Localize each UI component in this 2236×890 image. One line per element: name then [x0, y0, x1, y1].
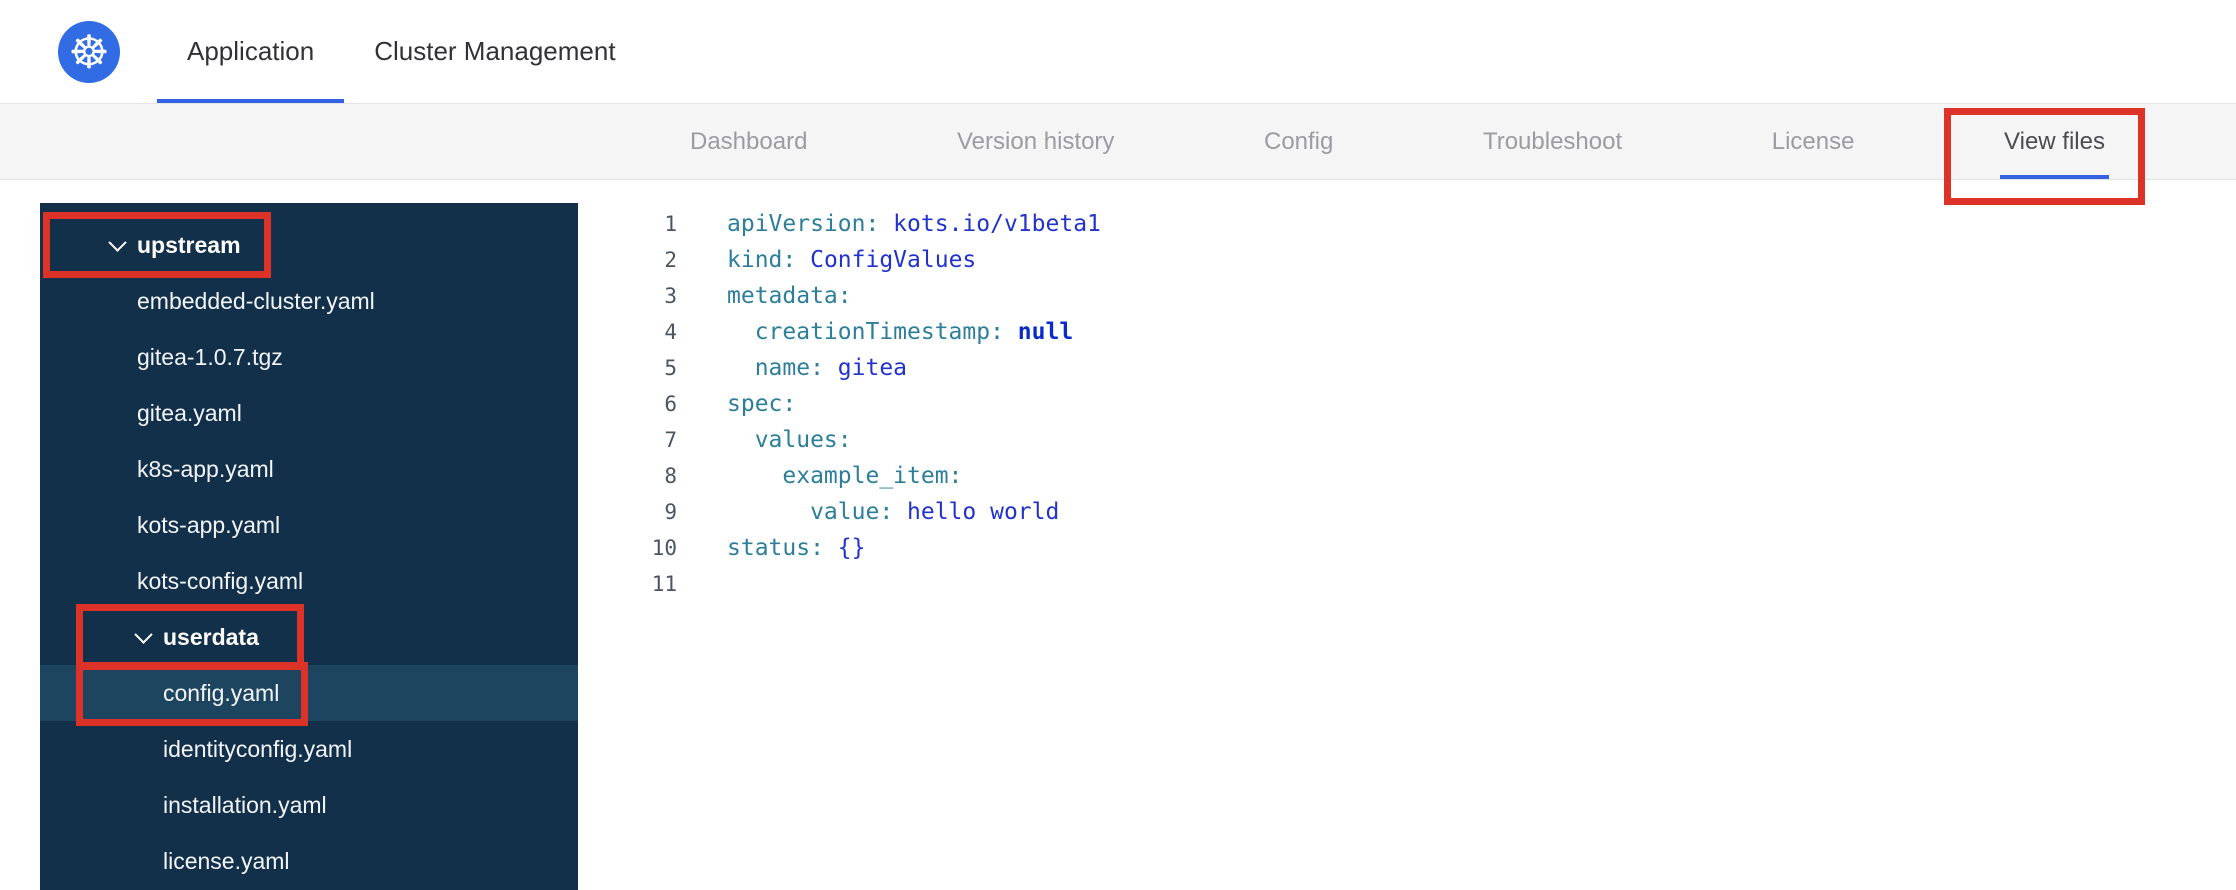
code-text: spec: [727, 391, 797, 417]
tree-item-label: gitea.yaml [137, 399, 242, 426]
code-line: 10 status: {} [578, 530, 2236, 566]
code-line: 4 creationTimestamp: null [578, 314, 2236, 350]
tree-file-kots-config.yaml[interactable]: kots-config.yaml [40, 553, 578, 609]
tree-item-label: userdata [163, 623, 259, 650]
code-text: values: [727, 427, 852, 453]
tree-file-installation.yaml[interactable]: installation.yaml [40, 777, 578, 833]
chevron-down-icon[interactable] [134, 624, 153, 644]
code-line: 9 value: hello world [578, 494, 2236, 530]
code-text: kind: ConfigValues [727, 247, 977, 273]
line-number: 3 [664, 284, 677, 308]
tab-cluster-management[interactable]: Cluster Management [344, 0, 645, 103]
tree-item-label: identityconfig.yaml [163, 735, 353, 762]
line-number: 1 [664, 212, 677, 236]
tree-item-label: config.yaml [163, 679, 280, 706]
kots-admin-console: ☸ Application Cluster Management Dashboa… [0, 0, 2236, 890]
line-number: 10 [651, 536, 677, 560]
tree-item-label: upstream [137, 231, 241, 258]
line-number: 9 [664, 500, 677, 524]
tree-file-config.yaml[interactable]: config.yaml [40, 665, 578, 721]
tree-file-embedded-cluster.yaml[interactable]: embedded-cluster.yaml [40, 273, 578, 329]
code-line: 2 kind: ConfigValues [578, 242, 2236, 278]
code-text: example_item: [727, 463, 963, 489]
code-line: 5 name: gitea [578, 350, 2236, 386]
tree-item-label: kots-config.yaml [137, 567, 304, 594]
tab-troubleshoot[interactable]: Troubleshoot [1483, 104, 1622, 179]
primary-tabs: Application Cluster Management [157, 0, 646, 103]
file-tree-sidebar: upstream embedded-cluster.yaml gitea-1.0.7… [40, 203, 578, 890]
code-line: 1 apiVersion: kots.io/v1beta1 [578, 206, 2236, 242]
tree-item-label: embedded-cluster.yaml [137, 287, 375, 314]
secondary-navbar: Dashboard Version history Config Trouble… [0, 104, 2236, 180]
tab-application[interactable]: Application [157, 0, 345, 103]
line-number: 5 [664, 356, 677, 380]
tree-item-label: license.yaml [163, 847, 290, 874]
tree-file-gitea-1.0.7.tgz[interactable]: gitea-1.0.7.tgz [40, 329, 578, 385]
code-line: 11 [578, 566, 2236, 602]
tab-config[interactable]: Config [1264, 104, 1333, 179]
tree-file-identityconfig.yaml[interactable]: identityconfig.yaml [40, 721, 578, 777]
code-text: value: hello world [727, 499, 1060, 525]
top-navbar: ☸ Application Cluster Management [0, 0, 2236, 104]
code-line: 3 metadata: [578, 278, 2236, 314]
code-text: name: gitea [727, 355, 908, 381]
tree-item-label: kots-app.yaml [137, 511, 281, 538]
tree-file-kots-app.yaml[interactable]: kots-app.yaml [40, 497, 578, 553]
code-text: creationTimestamp: null [727, 319, 1074, 345]
kubernetes-wheel-glyph: ☸ [68, 26, 110, 78]
file-content-viewer[interactable]: 1 apiVersion: kots.io/v1beta1 2 kind: Confi… [578, 180, 2236, 890]
code-line: 8 example_item: [578, 458, 2236, 494]
code-line: 7 values: [578, 422, 2236, 458]
tab-view-files[interactable]: View files [2000, 104, 2109, 179]
tree-folder-userdata[interactable]: userdata [40, 609, 578, 665]
tree-file-gitea.yaml[interactable]: gitea.yaml [40, 385, 578, 441]
line-number: 4 [664, 320, 677, 344]
tree-item-label: gitea-1.0.7.tgz [137, 343, 283, 370]
file-tree: upstream embedded-cluster.yaml gitea-1.0.7… [40, 203, 578, 889]
line-number: 2 [664, 248, 677, 272]
tab-license[interactable]: License [1772, 104, 1855, 179]
code-text: metadata: [727, 283, 852, 309]
subnav-tabs: Dashboard Version history Config Trouble… [690, 104, 2109, 179]
line-number: 7 [664, 428, 677, 452]
tab-dashboard[interactable]: Dashboard [690, 104, 807, 179]
chevron-down-icon[interactable] [108, 232, 127, 252]
code-text: apiVersion: kots.io/v1beta1 [727, 211, 1101, 237]
tree-file-k8s-app.yaml[interactable]: k8s-app.yaml [40, 441, 578, 497]
code-line: 6 spec: [578, 386, 2236, 422]
tree-item-label: k8s-app.yaml [137, 455, 274, 482]
tree-item-label: installation.yaml [163, 791, 327, 818]
line-number: 8 [664, 464, 677, 488]
tree-folder-upstream[interactable]: upstream [40, 217, 578, 273]
tree-file-license.yaml[interactable]: license.yaml [40, 833, 578, 889]
kubernetes-logo-icon[interactable]: ☸ [58, 21, 120, 83]
code-text: status: {} [727, 535, 866, 561]
line-number: 11 [651, 572, 677, 596]
line-number: 6 [664, 392, 677, 416]
tab-version-history[interactable]: Version history [957, 104, 1114, 179]
